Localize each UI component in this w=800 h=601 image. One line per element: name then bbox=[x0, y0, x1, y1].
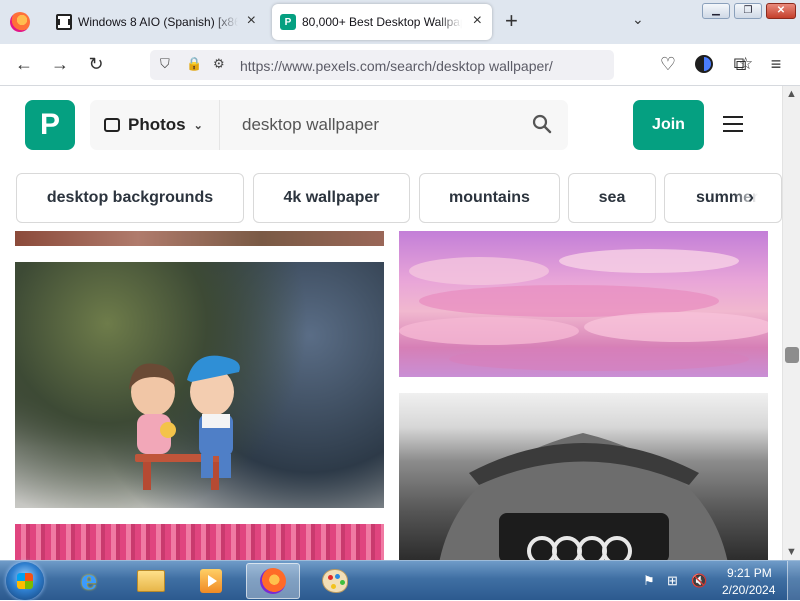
close-window-button[interactable]: ✕ bbox=[766, 3, 796, 19]
folder-icon bbox=[137, 570, 165, 592]
firefox-icon[interactable] bbox=[10, 12, 30, 32]
internet-explorer-taskbar-button[interactable]: e bbox=[62, 563, 116, 599]
chip-sea[interactable]: sea bbox=[568, 173, 656, 223]
tab-title: 80,000+ Best Desktop Wallpaper bbox=[302, 15, 462, 29]
internet-explorer-icon: e bbox=[80, 566, 98, 596]
address-bar[interactable]: ⛉ 🔒 ⚙ https://www.pexels.com/search/desk… bbox=[150, 50, 753, 80]
media-player-taskbar-button[interactable] bbox=[184, 563, 238, 599]
maximize-button[interactable]: ❐ bbox=[734, 3, 762, 19]
chip-desktop-backgrounds[interactable]: desktop backgrounds bbox=[16, 173, 244, 223]
browser-tab-strip: Windows 8 AIO (Spanish) [x86/x64] × P 80… bbox=[0, 0, 800, 44]
start-button[interactable] bbox=[6, 562, 44, 600]
chevron-right-icon[interactable]: › bbox=[748, 187, 754, 208]
search-input[interactable]: desktop wallpaper bbox=[242, 115, 379, 135]
firefox-taskbar-button[interactable] bbox=[246, 563, 300, 599]
file-explorer-taskbar-button[interactable] bbox=[124, 563, 178, 599]
car-illustration bbox=[439, 433, 728, 560]
show-desktop-button[interactable] bbox=[787, 561, 800, 601]
join-button[interactable]: Join bbox=[633, 100, 704, 150]
scroll-thumb[interactable] bbox=[785, 347, 799, 363]
volume-muted-icon[interactable]: 🔇 bbox=[691, 573, 707, 589]
hamburger-menu-icon[interactable] bbox=[723, 116, 743, 132]
tab-pexels-active[interactable]: P 80,000+ Best Desktop Wallpaper × bbox=[272, 4, 492, 40]
toy-figures-illustration bbox=[129, 355, 240, 490]
url-text[interactable]: https://www.pexels.com/search/desktop wa… bbox=[240, 58, 553, 74]
paint-palette-icon bbox=[322, 569, 348, 593]
back-icon[interactable]: ← bbox=[12, 53, 36, 75]
tab-title: Windows 8 AIO (Spanish) [x86/x64] bbox=[78, 15, 238, 29]
list-all-tabs-icon[interactable]: ⌄ bbox=[632, 11, 644, 28]
pexels-search-page: P Photos ⌄ desktop wallpaper Join deskto… bbox=[0, 86, 782, 560]
chip-summer[interactable]: summer bbox=[664, 173, 782, 223]
tracking-shield-icon[interactable]: ⛉ bbox=[160, 56, 170, 72]
pocket-icon[interactable]: ♡ bbox=[656, 53, 680, 75]
archive-favicon-icon bbox=[56, 14, 72, 30]
extensions-icon[interactable]: ⧉ bbox=[728, 53, 752, 75]
account-icon[interactable] bbox=[692, 53, 716, 78]
firefox-icon bbox=[260, 568, 286, 594]
tab-windows-8-aio[interactable]: Windows 8 AIO (Spanish) [x86/x64] × bbox=[48, 4, 266, 40]
windows-taskbar: e ⚑ ⊞ 🔇 9:21 PM 2/20/2024 bbox=[0, 560, 800, 601]
chevron-down-icon: ⌄ bbox=[193, 119, 203, 132]
chip-4k-wallpaper[interactable]: 4k wallpaper bbox=[253, 173, 410, 223]
clouds-illustration bbox=[399, 249, 768, 371]
navigation-toolbar: ← → ↻ ⛉ 🔒 ⚙ https://www.pexels.com/searc… bbox=[0, 44, 800, 86]
search-type-label: Photos bbox=[128, 115, 186, 134]
search-bar: Photos ⌄ desktop wallpaper bbox=[90, 100, 568, 150]
photo-flowers[interactable] bbox=[15, 231, 384, 246]
pexels-logo[interactable]: P bbox=[25, 100, 75, 150]
photo-audi-car-grille[interactable] bbox=[399, 393, 768, 560]
tab-close-icon[interactable]: × bbox=[247, 13, 256, 29]
search-icon[interactable] bbox=[532, 112, 552, 136]
photo-pink-tulips[interactable] bbox=[15, 524, 384, 560]
minimize-button[interactable]: ▁ bbox=[702, 3, 730, 19]
pexels-favicon-icon: P bbox=[280, 14, 296, 30]
permissions-icon[interactable]: ⚙ bbox=[213, 56, 225, 72]
action-center-flag-icon[interactable]: ⚑ bbox=[643, 573, 655, 589]
paint-taskbar-button[interactable] bbox=[308, 563, 362, 599]
reload-icon[interactable]: ↻ bbox=[84, 53, 108, 75]
photo-pink-sky[interactable] bbox=[399, 231, 768, 377]
network-icon[interactable]: ⊞ bbox=[667, 573, 678, 589]
page-scrollbar[interactable]: ▲ ▼ bbox=[782, 86, 800, 560]
media-player-icon bbox=[200, 569, 222, 593]
chip-mountains[interactable]: mountains bbox=[419, 173, 560, 223]
search-type-dropdown[interactable]: Photos ⌄ bbox=[90, 100, 220, 150]
tab-close-icon[interactable]: × bbox=[473, 13, 482, 29]
clock-date[interactable]: 2/20/2024 bbox=[722, 583, 775, 597]
new-tab-icon[interactable]: + bbox=[505, 10, 518, 32]
forward-icon[interactable]: → bbox=[48, 53, 72, 75]
photo-icon bbox=[104, 118, 120, 132]
lock-icon[interactable]: 🔒 bbox=[186, 56, 202, 72]
scroll-up-icon[interactable]: ▲ bbox=[786, 88, 797, 100]
clock-time[interactable]: 9:21 PM bbox=[727, 566, 772, 580]
app-menu-icon[interactable]: ≡ bbox=[764, 53, 788, 75]
scroll-down-icon[interactable]: ▼ bbox=[786, 546, 797, 558]
photo-toy-couple-on-bench[interactable] bbox=[15, 262, 384, 508]
